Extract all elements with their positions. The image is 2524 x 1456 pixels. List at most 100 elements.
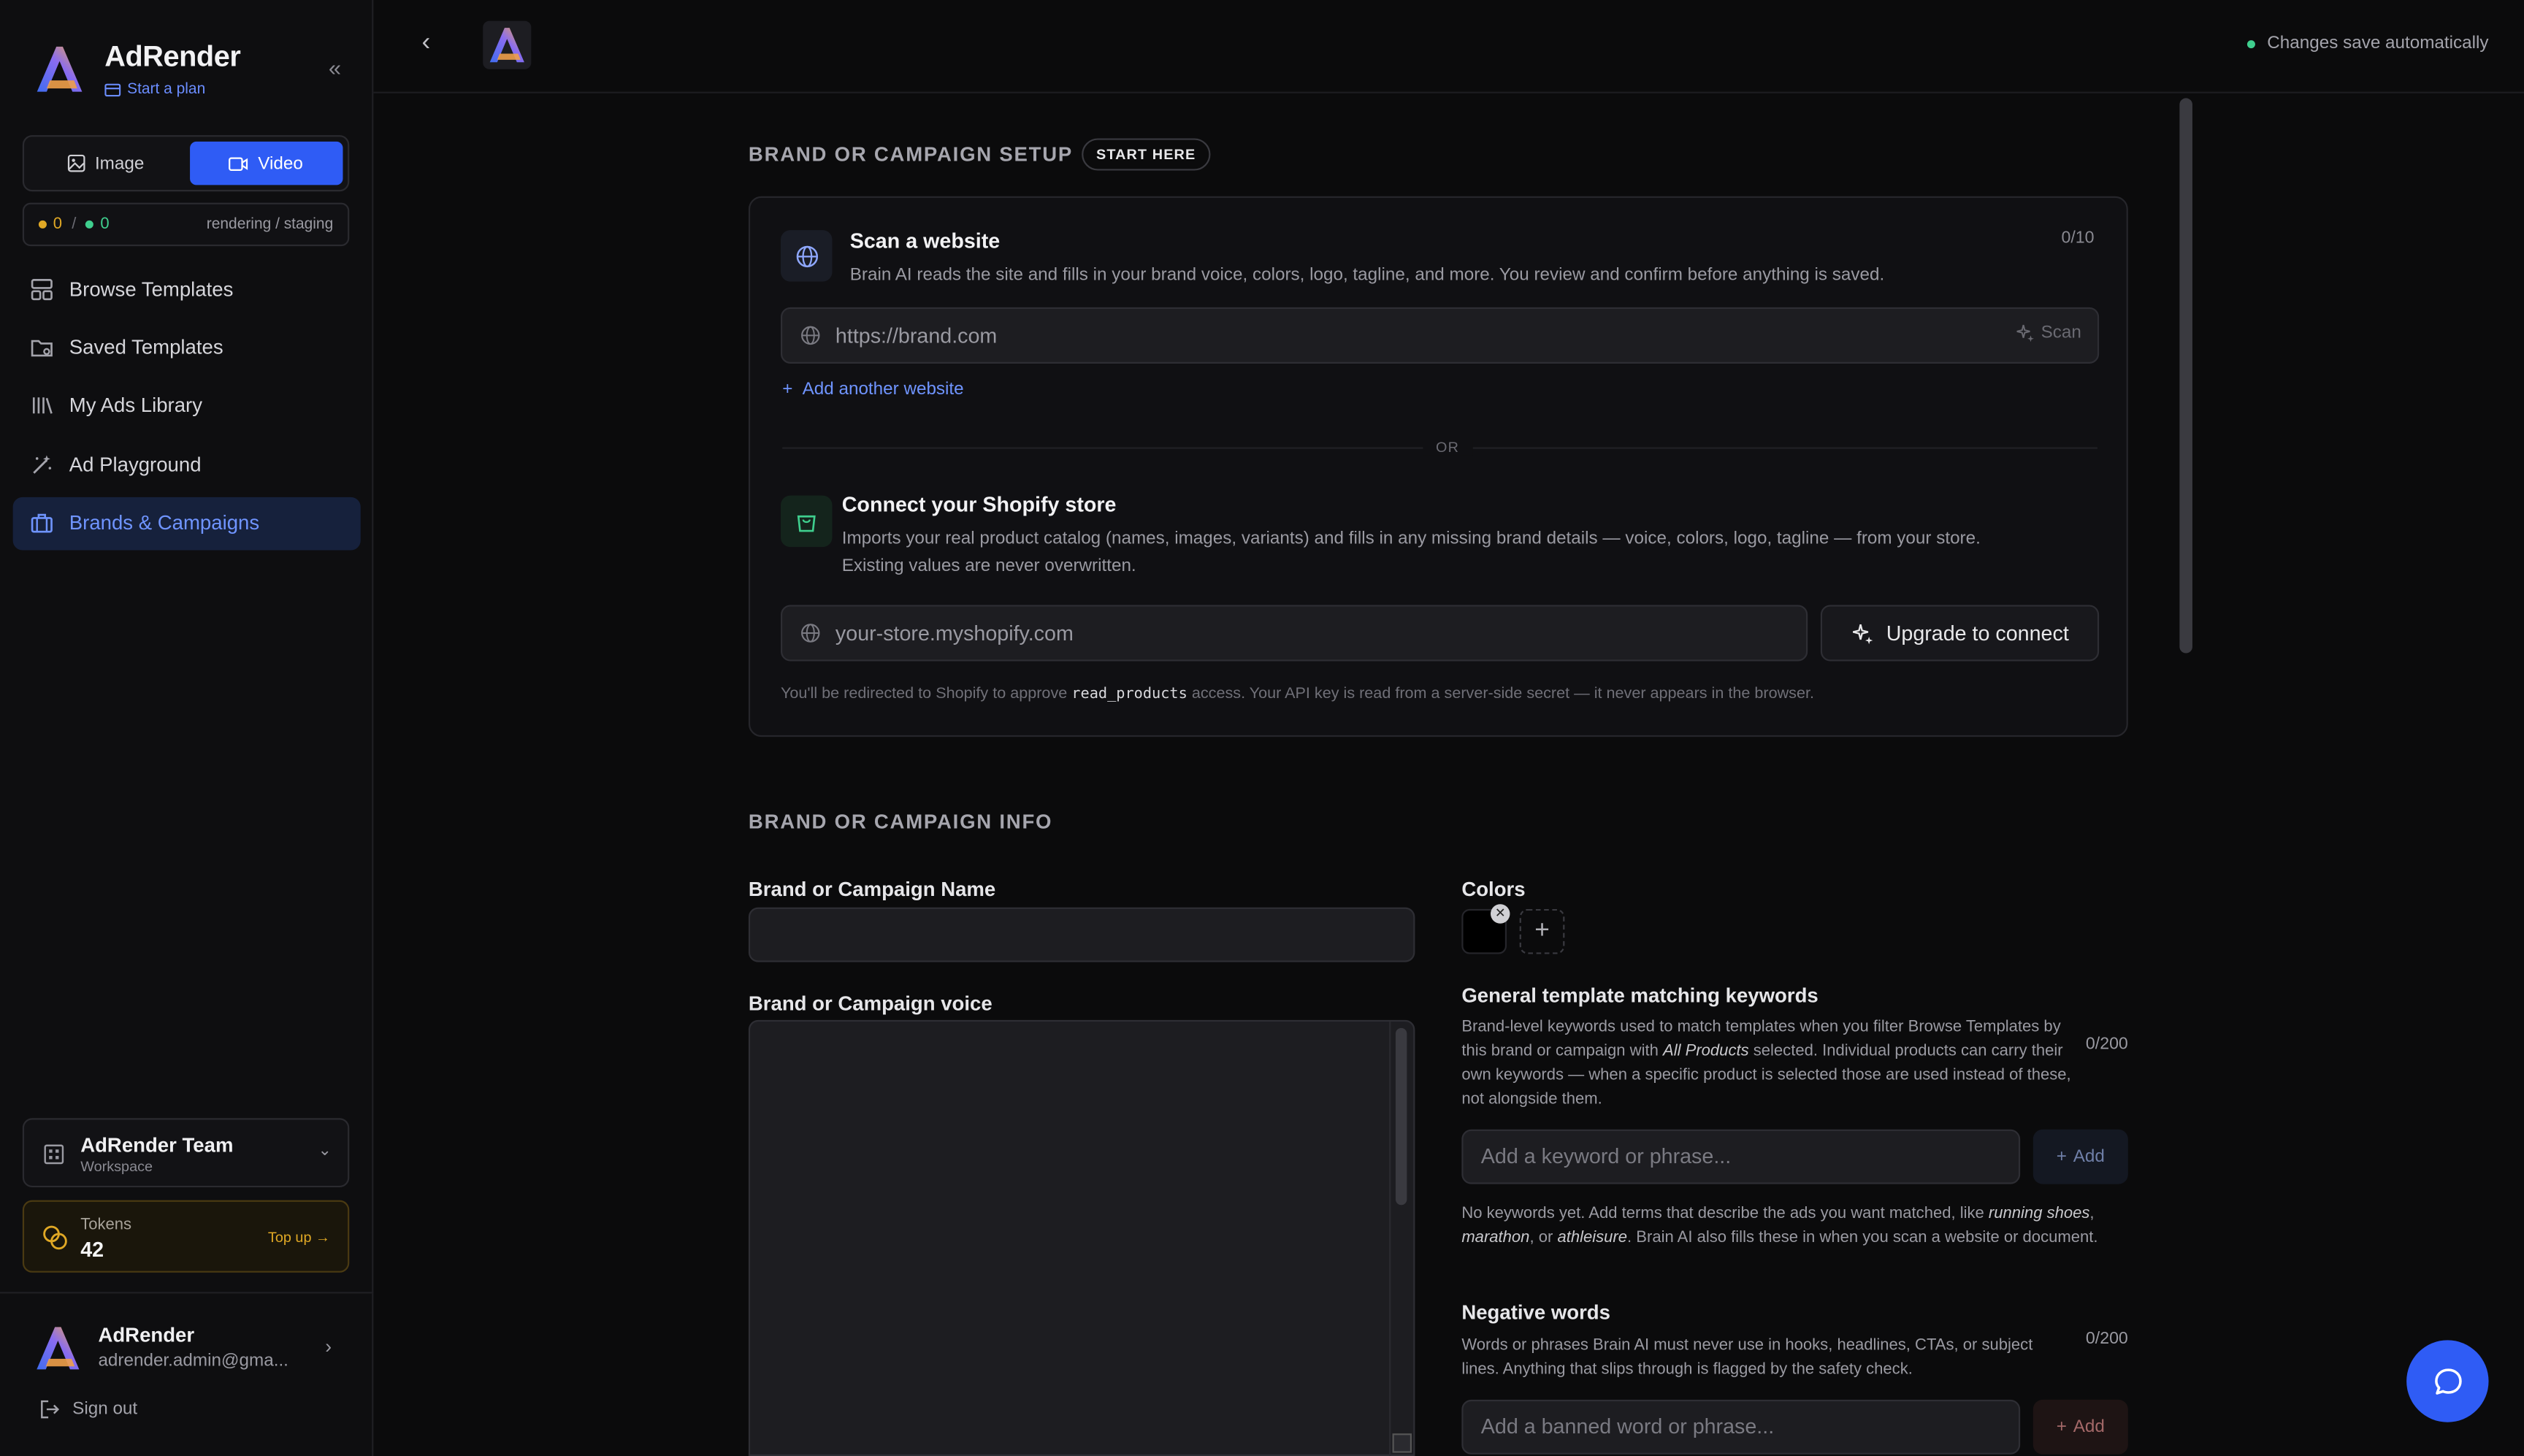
sidebar-item-saved-templates[interactable]: Saved Templates <box>13 321 361 374</box>
back-arrow-icon[interactable]: ‹ <box>421 29 430 58</box>
negative-words-description: Words or phrases Brain AI must never use… <box>1461 1336 2033 1379</box>
brand-name-label: Brand or Campaign Name <box>748 878 996 901</box>
shopify-store-input[interactable]: your-store.myshopify.com <box>780 605 1808 662</box>
hint-mid: or <box>1538 1229 1553 1247</box>
upgrade-to-connect-button[interactable]: Upgrade to connect <box>1820 605 2100 662</box>
app-name: AdRender <box>104 40 241 73</box>
globe-icon <box>801 624 820 643</box>
sparkles-icon <box>2016 324 2034 342</box>
workspace-switcher[interactable]: AdRender Team Workspace ⌄ <box>22 1118 350 1188</box>
briefcase-icon <box>29 511 53 535</box>
autosave-status: Changes save automatically <box>2247 34 2489 53</box>
add-keyword-label: Add <box>2073 1146 2105 1167</box>
user-profile[interactable]: AdRender adrender.admin@gma... › <box>32 1319 348 1384</box>
sidebar-item-my-ads-library[interactable]: My Ads Library <box>13 379 361 432</box>
mode-image-label: Image <box>94 153 145 173</box>
brand-voice-label: Brand or Campaign voice <box>748 992 993 1016</box>
sign-out-label: Sign out <box>72 1399 138 1419</box>
rendering-dot-icon <box>38 220 47 229</box>
staging-dot-icon <box>85 220 94 229</box>
add-color-button[interactable]: + <box>1519 908 1565 954</box>
colors-label: Colors <box>1461 878 1526 901</box>
chat-support-button[interactable] <box>2406 1340 2489 1422</box>
avatar <box>37 1327 80 1370</box>
remove-color-icon[interactable]: ✕ <box>1490 904 1510 924</box>
negative-words-title: Negative words <box>1461 1301 1610 1325</box>
or-label: OR <box>1423 439 1472 456</box>
brand-logo-thumb[interactable] <box>483 20 532 69</box>
shopping-bag-icon <box>780 495 833 548</box>
card-icon <box>104 83 121 96</box>
info-heading: BRAND OR CAMPAIGN INFO <box>748 811 1053 834</box>
plus-icon: + <box>782 379 793 399</box>
start-plan-link[interactable]: Start a plan <box>104 80 205 98</box>
chevron-right-icon: › <box>325 1335 332 1358</box>
user-name: AdRender <box>98 1324 195 1347</box>
note-scope: read_products <box>1071 685 1188 703</box>
banned-word-input[interactable]: Add a banned word or phrase... <box>1461 1399 2021 1455</box>
add-another-label: Add another website <box>802 379 964 399</box>
collapse-sidebar-icon[interactable]: « <box>318 52 351 84</box>
render-queue-status: 0 / 0 rendering / staging <box>22 202 350 247</box>
mode-video-button[interactable]: Video <box>188 141 343 185</box>
queue-separator: / <box>72 215 77 234</box>
wand-icon <box>29 453 53 477</box>
setup-heading: BRAND OR CAMPAIGN SETUP <box>748 143 1074 166</box>
sidebar-item-ad-playground[interactable]: Ad Playground <box>13 438 361 491</box>
setup-card: Scan a website Brain AI reads the site a… <box>748 196 2128 737</box>
keywords-empty-hint: No keywords yet. Add terms that describe… <box>1461 1205 2098 1247</box>
keyword-input[interactable]: Add a keyword or phrase... <box>1461 1129 2021 1184</box>
queue-label: rendering / staging <box>206 215 334 234</box>
shopify-title: Connect your Shopify store <box>841 492 1117 517</box>
tokens-value: 42 <box>80 1237 104 1262</box>
mode-video-label: Video <box>258 153 303 173</box>
staging-count: 0 <box>100 215 110 234</box>
chevron-down-icon: ⌄ <box>318 1142 332 1160</box>
sidebar-item-label: Ad Playground <box>69 453 202 476</box>
resize-handle-icon[interactable] <box>1392 1433 1412 1453</box>
scan-description: Brain AI reads the site and fills in you… <box>849 265 1885 285</box>
add-another-website-link[interactable]: + Add another website <box>782 380 963 399</box>
add-banned-word-button[interactable]: + Add <box>2032 1399 2128 1455</box>
upgrade-button-label: Upgrade to connect <box>1886 621 2069 645</box>
adrender-logo-icon <box>489 28 524 63</box>
brand-name-input[interactable] <box>748 907 1415 962</box>
hint-post: . Brain AI also fills these in when you … <box>1627 1229 2098 1247</box>
hint-pre: No keywords yet. Add terms that describe… <box>1461 1205 1984 1223</box>
sparkles-icon <box>1852 623 1873 644</box>
website-url-placeholder: https://brand.com <box>835 323 998 348</box>
video-icon <box>229 156 248 170</box>
kw-desc-em: All Products <box>1663 1042 1749 1060</box>
textarea-scrollbar[interactable] <box>1395 1027 1407 1206</box>
tokens-card: Tokens 42 Top up → <box>22 1200 350 1273</box>
add-keyword-button[interactable]: + Add <box>2032 1129 2128 1184</box>
globe-icon <box>780 230 833 282</box>
top-up-link[interactable]: Top up → <box>268 1229 330 1245</box>
sign-out-button[interactable]: Sign out <box>40 1400 137 1419</box>
keywords-description: Brand-level keywords used to match templ… <box>1461 1015 2073 1111</box>
scan-button[interactable]: Scan <box>2015 323 2081 342</box>
sidebar: AdRender Start a plan « Image Video 0 / … <box>0 0 374 1456</box>
autosave-label: Changes save automatically <box>2267 34 2489 53</box>
main-scrollbar[interactable] <box>2179 98 2192 654</box>
sidebar-item-brands-campaigns[interactable]: Brands & Campaigns <box>12 496 361 550</box>
sidebar-item-label: Browse Templates <box>69 277 234 300</box>
sidebar-item-browse-templates[interactable]: Browse Templates <box>13 262 361 315</box>
building-icon <box>44 1144 64 1165</box>
sidebar-item-label: My Ads Library <box>69 394 202 418</box>
sidebar-divider <box>0 1292 374 1294</box>
hint-example-3: athleisure <box>1557 1229 1628 1247</box>
image-icon <box>67 154 85 172</box>
start-here-badge: START HERE <box>1082 138 1211 171</box>
keywords-title: General template matching keywords <box>1461 984 1819 1008</box>
scan-title: Scan a website <box>849 228 1001 253</box>
shopify-note: You'll be redirected to Shopify to appro… <box>781 686 1814 703</box>
folder-icon <box>29 335 53 359</box>
mode-image-button[interactable]: Image <box>29 142 183 185</box>
shopify-store-placeholder: your-store.myshopify.com <box>835 621 1074 645</box>
website-url-input[interactable]: https://brand.com Scan <box>780 307 2100 364</box>
scan-counter: 0/10 <box>2061 228 2095 248</box>
brand-voice-textarea[interactable] <box>748 1019 1415 1456</box>
negative-words-counter: 0/200 <box>2085 1328 2128 1349</box>
coins-icon <box>43 1225 67 1250</box>
